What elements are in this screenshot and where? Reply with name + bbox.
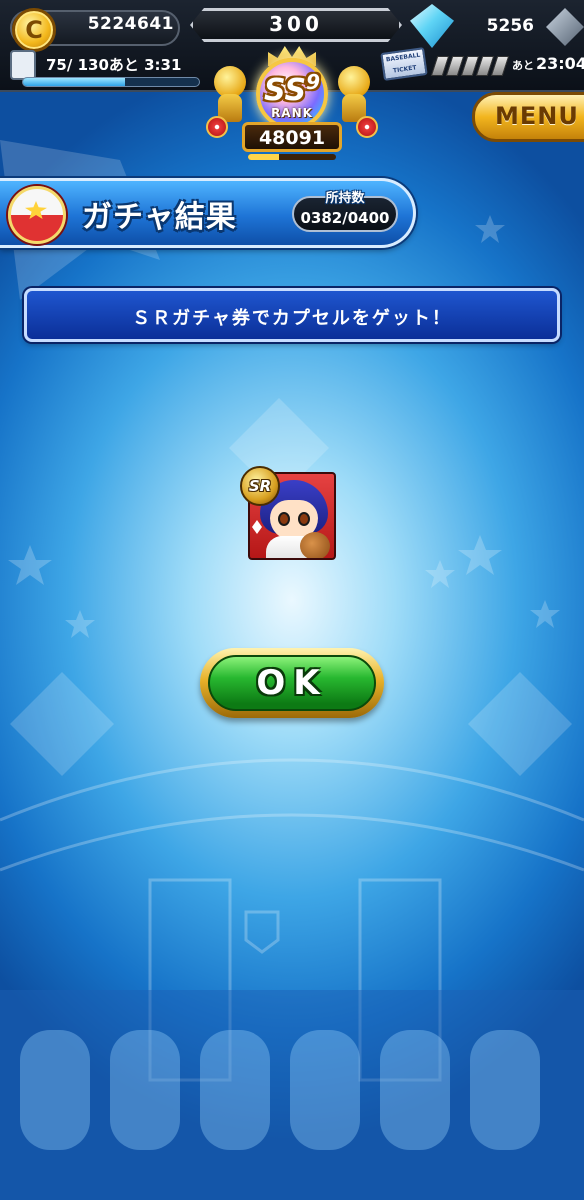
ticket-icon: BASEBALL TICKET [380,47,428,81]
rank-progress-bar [248,154,336,160]
mascot-right-icon [334,66,374,122]
result-message: ＳＲガチャ券でカプセルをゲット！ [132,308,452,329]
ticket-slots [430,56,510,76]
exp-bar-fill [23,78,126,86]
character-eye [298,512,310,526]
rank-emblem[interactable]: SS9 RANK 48091 [206,36,378,162]
top-hud: C 5224641 300 5256 75/ 130あと 3:31 BASEBA… [0,0,584,165]
page-title: ガチャ結果 [82,200,237,235]
player-card-icon [10,50,36,80]
flower-icon [356,116,378,138]
mascot-left-icon [210,66,250,122]
owned-label: 所持数 [325,191,365,206]
gem-value: 5256 [486,16,534,36]
ticket-timer: あと 23:04 [512,54,584,73]
rank-grade: SS9 [256,70,328,108]
ticket-row[interactable]: BASEBALL TICKET あと 23:04 [378,46,584,86]
diamond-marker-icon [252,520,262,534]
capsule-icon [8,186,66,244]
exp-text: 75/ 130あと 3:31 [46,56,182,74]
baseball-glove-icon [300,532,330,558]
rank-grade-letters: SS [263,73,307,108]
ticket-slot [490,56,510,76]
character-eye [278,512,290,526]
ok-button[interactable]: OK [208,655,376,711]
rank-score: 48091 [258,127,326,149]
exp-row: 75/ 130あと 3:31 [6,50,216,90]
coin-icon: C [12,8,56,52]
rank-grade-number: 9 [306,70,321,94]
sr-rarity-badge: SR [240,466,280,506]
menu-button[interactable]: MENU [472,92,584,142]
exp-bar [22,77,200,87]
ticket-time-value: 23:04 [536,54,584,73]
ticket-prefix: あと [512,59,534,72]
rank-label: RANK [271,106,313,120]
owned-count: 0382/0400 [300,209,390,227]
stamina-value: 300 [269,12,323,36]
flower-icon [206,116,228,138]
coin-value: 5224641 [87,14,174,34]
rank-progress-fill [248,154,279,160]
